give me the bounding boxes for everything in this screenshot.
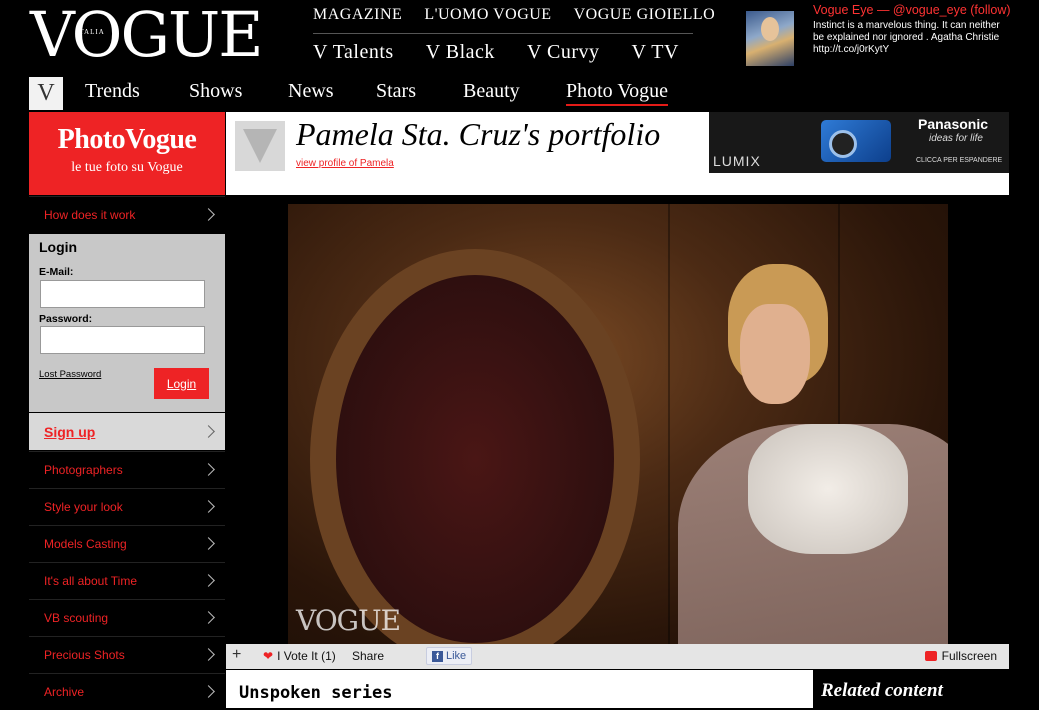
sidebar-item-label: It's all about Time [44, 574, 137, 588]
sidebar-item-label: Precious Shots [44, 648, 125, 662]
photographer-avatar[interactable] [235, 121, 285, 171]
vogue-watermark: VOGUE [296, 604, 401, 637]
vote-button[interactable]: ❤ I Vote It (1) [263, 649, 336, 663]
chevron-right-icon [202, 574, 215, 587]
chevron-right-icon [202, 208, 215, 221]
fullscreen-button[interactable]: Fullscreen [924, 649, 997, 663]
sidebar-item-precious-shots[interactable]: Precious Shots [29, 636, 225, 673]
nav-news[interactable]: News [288, 80, 376, 106]
nav-photo-vogue[interactable]: Photo Vogue [566, 80, 669, 106]
lost-password-link[interactable]: Lost Password [39, 369, 101, 380]
portfolio-title: Pamela Sta. Cruz's portfolio [296, 116, 661, 152]
add-button[interactable]: + [232, 646, 241, 664]
top-link-vogue-gioiello[interactable]: VOGUE GIOIELLO [574, 6, 716, 24]
nav-stars[interactable]: Stars [376, 80, 463, 106]
login-title: Login [39, 239, 78, 255]
dress-bow [748, 424, 908, 554]
main-nav: Trends Shows News Stars Beauty Photo Vog… [85, 80, 669, 106]
vogue-logo-subtitle: ITALIA [76, 28, 105, 36]
chevron-right-icon [202, 537, 215, 550]
chevron-right-icon [202, 648, 215, 661]
top-link-magazine[interactable]: MAGAZINE [313, 6, 402, 24]
vogue-eye-avatar[interactable] [746, 11, 794, 66]
sidebar-item-style-your-look[interactable]: Style your look [29, 488, 225, 525]
heart-icon: ❤ [263, 649, 274, 663]
nav-beauty[interactable]: Beauty [463, 80, 566, 106]
sub-link-v-talents[interactable]: V Talents [313, 41, 394, 64]
signup-button[interactable]: Sign up [29, 413, 225, 450]
sub-links: V Talents V Black V Curvy V TV [313, 41, 679, 64]
chevron-right-icon [202, 424, 215, 438]
vogue-eye-title[interactable]: Vogue Eye — @vogue_eye (follow) [813, 3, 1011, 17]
sidebar-item-label: VB scouting [44, 611, 109, 625]
login-button[interactable]: Login [154, 368, 209, 399]
panasonic-ad-banner[interactable]: LUMIX Panasonic ideas for life CLICCA PE… [709, 112, 1009, 173]
vote-label: I Vote It (1) [277, 649, 336, 663]
ad-product-name: LUMIX [713, 153, 761, 169]
photo-action-bar: + ❤ I Vote It (1) Share f Like Fullscreen [226, 644, 1009, 669]
portfolio-photo[interactable]: VOGUE [288, 204, 948, 644]
series-panel: Unspoken series [226, 670, 813, 708]
sidebar-item-all-about-time[interactable]: It's all about Time [29, 562, 225, 599]
nav-trends[interactable]: Trends [85, 80, 189, 106]
camera-image [821, 120, 891, 162]
sidebar-item-how-it-works[interactable]: How does it work [29, 196, 225, 233]
sidebar-item-label: Archive [44, 685, 85, 699]
sidebar-item-label: Models Casting [44, 537, 127, 551]
top-links-divider [313, 33, 693, 34]
top-link-luomo-vogue[interactable]: L'UOMO VOGUE [424, 6, 551, 24]
login-panel: Login E-Mail: Password: Lost Password Lo… [29, 234, 225, 412]
top-links: MAGAZINE L'UOMO VOGUE VOGUE GIOIELLO [313, 6, 715, 24]
fullscreen-icon [924, 651, 937, 661]
photovogue-subtitle: le tue foto su Vogue [71, 160, 183, 175]
sidebar-item-archive[interactable]: Archive [29, 673, 225, 710]
related-content-title: Related content [821, 680, 943, 701]
photovogue-brand-box[interactable]: PhotoVogue le tue foto su Vogue [29, 112, 225, 195]
sidebar-item-label: How does it work [44, 208, 136, 222]
sub-link-v-tv[interactable]: V TV [632, 41, 679, 64]
facebook-like-button[interactable]: f Like [426, 647, 473, 665]
sidebar-item-label: Photographers [44, 463, 123, 477]
chevron-right-icon [202, 611, 215, 624]
sub-link-v-curvy[interactable]: V Curvy [527, 41, 600, 64]
nav-shows[interactable]: Shows [189, 80, 288, 106]
view-profile-link[interactable]: view profile of Pamela [296, 158, 394, 169]
facebook-icon: f [432, 650, 443, 662]
vogue-eye-tweet: Instinct is a marvelous thing. It can ne… [813, 20, 1000, 55]
ad-brand: Panasonic [918, 116, 989, 132]
sidebar-item-models-casting[interactable]: Models Casting [29, 525, 225, 562]
v-home-button[interactable]: V [29, 77, 63, 110]
password-field[interactable] [40, 326, 205, 354]
chevron-right-icon [202, 463, 215, 476]
signup-label: Sign up [44, 423, 96, 440]
email-field[interactable] [40, 280, 205, 308]
vogue-logo[interactable]: VOGUE [30, 2, 264, 68]
series-title: Unspoken series [239, 683, 393, 703]
photovogue-title: PhotoVogue [57, 124, 197, 155]
sidebar-item-photographers[interactable]: Photographers [29, 451, 225, 488]
share-button[interactable]: Share [352, 649, 384, 663]
sub-link-v-black[interactable]: V Black [426, 41, 495, 64]
chevron-right-icon [202, 685, 215, 698]
model-face [740, 304, 810, 404]
chair-back [310, 249, 640, 644]
chevron-right-icon [202, 500, 215, 513]
password-label: Password: [39, 313, 93, 325]
sidebar-item-label: Style your look [44, 500, 123, 514]
sidebar-item-vb-scouting[interactable]: VB scouting [29, 599, 225, 636]
like-label: Like [446, 650, 467, 662]
ad-tagline: ideas for life [929, 133, 983, 144]
ad-cta: CLICCA PER ESPANDERE [916, 157, 1003, 164]
email-label: E-Mail: [39, 266, 74, 278]
fullscreen-label: Fullscreen [941, 649, 997, 663]
